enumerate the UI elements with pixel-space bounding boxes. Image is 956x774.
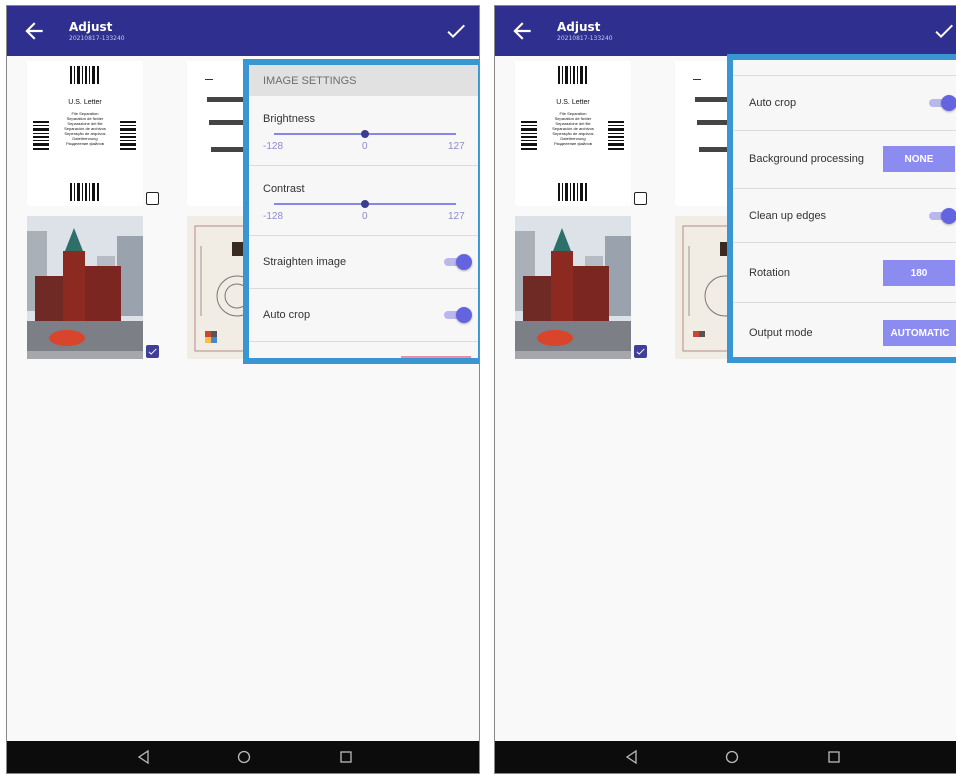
contrast-slider-thumb[interactable] <box>361 200 370 208</box>
contrast-setting: Contrast -128 0 127 <box>249 166 478 236</box>
straighten-image-toggle[interactable] <box>444 254 472 270</box>
brightness-max-label: 127 <box>448 141 465 152</box>
document-thumbnail-test-chart[interactable] <box>675 216 735 359</box>
checkbox-check-icon <box>148 348 157 355</box>
barcode-graphic <box>558 183 587 201</box>
building-photo-graphic <box>27 216 143 359</box>
nav-back-icon[interactable] <box>136 749 152 765</box>
panel-header-label: IMAGE SETTINGS <box>263 75 357 87</box>
brightness-slider-thumb[interactable] <box>361 130 370 138</box>
auto-crop-toggle[interactable] <box>444 307 472 323</box>
straighten-image-setting: Straighten image <box>249 236 478 289</box>
document-thumbnail-separator[interactable]: U.S. Letter File Separation Separation de… <box>27 61 143 206</box>
document-thumbnail-test-chart[interactable] <box>187 216 247 359</box>
page-title: Adjust <box>69 20 113 34</box>
auto-crop-label: Auto crop <box>749 97 797 109</box>
background-processing-setting: Background processing NONE <box>733 131 956 189</box>
document-thumbnail-separator[interactable]: U.S. Letter File Separation Separation de… <box>515 61 631 206</box>
back-arrow-icon[interactable] <box>509 18 535 44</box>
brightness-mid-label: 0 <box>362 141 368 152</box>
barcode-graphic <box>608 121 624 150</box>
barcode-graphic <box>70 183 99 201</box>
clean-up-edges-toggle[interactable] <box>929 208 956 224</box>
nav-recents-icon[interactable] <box>826 749 842 765</box>
phone-screen-right: Adjust 20210817-133240 U.S. Letter File … <box>494 5 956 774</box>
image-settings-panel-scrolled: Auto crop Background processing NONE Cle… <box>727 54 956 363</box>
select-checkbox[interactable] <box>146 192 159 205</box>
back-arrow-icon[interactable] <box>21 18 47 44</box>
clean-up-edges-label: Clean up edges <box>749 210 827 222</box>
document-thumbnail-text[interactable] <box>187 61 247 206</box>
contrast-min-label: -128 <box>263 211 284 222</box>
nav-home-icon[interactable] <box>724 749 740 765</box>
rotation-label: Rotation <box>749 267 790 279</box>
background-processing-button[interactable]: NONE <box>883 146 955 172</box>
contrast-label: Contrast <box>263 183 305 195</box>
test-chart-graphic <box>187 216 247 359</box>
straighten-image-label: Straighten image <box>263 256 347 268</box>
building-photo-graphic <box>515 216 631 359</box>
document-thumbnail-text[interactable] <box>675 61 735 206</box>
test-chart-graphic <box>675 216 735 359</box>
panel-top-edge <box>733 60 956 76</box>
partially-visible-button[interactable] <box>401 356 471 358</box>
barcode-graphic <box>33 121 49 150</box>
thumbnail-heading: U.S. Letter <box>556 99 590 106</box>
rotation-setting: Rotation 180 <box>733 243 956 303</box>
nav-home-icon[interactable] <box>236 749 252 765</box>
app-bar: Adjust 20210817-133240 <box>495 6 956 56</box>
app-bar: Adjust 20210817-133240 <box>7 6 479 56</box>
auto-crop-setting: Auto crop <box>733 76 956 131</box>
brightness-min-label: -128 <box>263 141 284 152</box>
auto-crop-label: Auto crop <box>263 309 311 321</box>
brightness-label: Brightness <box>263 113 315 125</box>
checkbox-check-icon <box>636 348 645 355</box>
select-checkbox[interactable] <box>634 192 647 205</box>
panel-header: IMAGE SETTINGS <box>249 65 478 96</box>
thumbnail-lines: File Separation Separation de fichier Sepa… <box>64 111 106 146</box>
output-mode-label: Output mode <box>749 327 813 339</box>
document-lines-graphic <box>205 79 247 152</box>
check-icon[interactable] <box>932 19 956 43</box>
system-nav-bar <box>495 741 956 773</box>
auto-crop-toggle[interactable] <box>929 95 956 111</box>
contrast-max-label: 127 <box>448 211 465 222</box>
output-mode-setting: Output mode AUTOMATIC <box>733 303 956 357</box>
contrast-mid-label: 0 <box>362 211 368 222</box>
page-subtitle: 20210817-133240 <box>557 35 613 42</box>
brightness-setting: Brightness -128 0 127 <box>249 96 478 166</box>
phone-screen-left: Adjust 20210817-133240 U.S. Letter File … <box>6 5 480 774</box>
system-nav-bar <box>7 741 479 773</box>
barcode-graphic <box>521 121 537 150</box>
nav-back-icon[interactable] <box>624 749 640 765</box>
page-subtitle: 20210817-133240 <box>69 35 125 42</box>
thumbnail-heading: U.S. Letter <box>68 99 102 106</box>
barcode-graphic <box>558 66 587 84</box>
thumbnail-lines: File Separation Separation de fichier Sepa… <box>552 111 594 146</box>
document-lines-graphic <box>693 79 735 152</box>
image-settings-panel: IMAGE SETTINGS Brightness -128 0 127 Con… <box>243 59 479 364</box>
barcode-graphic <box>120 121 136 150</box>
check-icon[interactable] <box>444 19 468 43</box>
clean-up-edges-setting: Clean up edges <box>733 189 956 243</box>
select-checkbox[interactable] <box>634 345 647 358</box>
rotation-button[interactable]: 180 <box>883 260 955 286</box>
auto-crop-setting: Auto crop <box>249 289 478 342</box>
background-processing-label: Background processing <box>749 153 864 165</box>
page-title: Adjust <box>557 20 601 34</box>
nav-recents-icon[interactable] <box>338 749 354 765</box>
output-mode-button[interactable]: AUTOMATIC <box>883 320 956 346</box>
select-checkbox[interactable] <box>146 345 159 358</box>
barcode-graphic <box>70 66 99 84</box>
photo-thumbnail-building[interactable] <box>27 216 143 359</box>
photo-thumbnail-building[interactable] <box>515 216 631 359</box>
